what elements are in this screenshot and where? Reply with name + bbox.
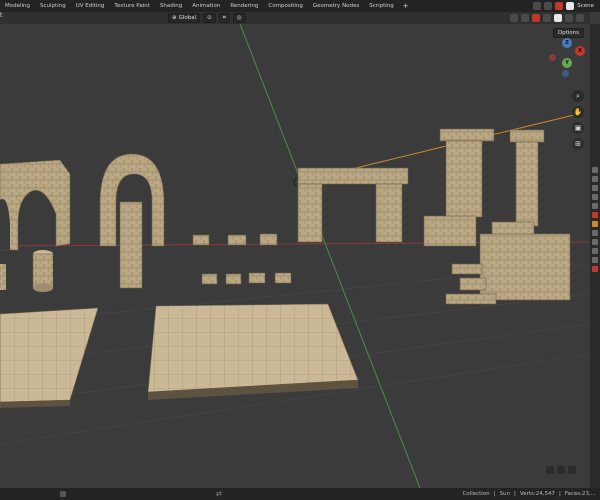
world-properties-icon[interactable]: [592, 212, 598, 218]
constraint-properties-icon[interactable]: [592, 248, 598, 254]
tab-scripting[interactable]: Scripting: [364, 0, 398, 12]
overlay-toggle-icon[interactable]: [532, 14, 540, 22]
tab-uv-editing[interactable]: UV Editing: [71, 0, 110, 12]
render-properties-icon[interactable]: [592, 176, 598, 182]
mouse-icon: [60, 491, 66, 497]
xray-icon[interactable]: [543, 14, 551, 22]
tab-texture-paint[interactable]: Texture Paint: [109, 0, 155, 12]
floor-slab-center[interactable]: [147, 303, 359, 400]
pan-hand-icon[interactable]: ✋: [572, 106, 584, 118]
scene-selector: Scene: [533, 0, 600, 12]
snap-dropdown[interactable]: ⌗: [218, 13, 230, 23]
header-left-label: t: [0, 12, 3, 19]
camera-view-icon[interactable]: ▣: [572, 122, 584, 134]
settings-icon[interactable]: [568, 466, 576, 474]
rendered-shading-icon[interactable]: [576, 14, 584, 22]
orientation-icon: ⊕: [172, 15, 177, 21]
stats-faces: Faces:23,...: [564, 491, 596, 497]
object-properties-icon[interactable]: [592, 221, 598, 227]
material-properties-icon[interactable]: [592, 266, 598, 272]
column-stump-small[interactable]: [32, 250, 54, 292]
tool-properties-icon[interactable]: [592, 167, 598, 173]
stone-block[interactable]: [192, 234, 210, 246]
gizmo-x-axis[interactable]: X: [575, 46, 585, 56]
snap-icon: ⌗: [222, 14, 226, 21]
perspective-toggle-icon[interactable]: ⊞: [572, 138, 584, 150]
gizmo-toggle-icon[interactable]: [521, 14, 529, 22]
stone-block[interactable]: [274, 272, 292, 284]
zoom-icon[interactable]: ⌕: [572, 90, 584, 102]
stone-block[interactable]: [259, 233, 278, 246]
proportional-icon: ◎: [236, 15, 242, 21]
transform-controls: ⊕ Global ⊙ ⌗ ◎: [168, 12, 246, 24]
tab-compositing[interactable]: Compositing: [263, 0, 307, 12]
options-dropdown[interactable]: Options: [552, 28, 584, 38]
proportional-edit-dropdown[interactable]: ◎: [232, 13, 246, 23]
tab-animation[interactable]: Animation: [187, 0, 225, 12]
scene-browse-icon[interactable]: [566, 2, 575, 10]
tab-shading[interactable]: Shading: [155, 0, 187, 12]
tab-modeling[interactable]: Modeling: [0, 0, 35, 12]
status-bar: ⇄ Collection | Sun | Verts:24,547 | Face…: [0, 488, 600, 500]
workspace-bar: Modeling Sculpting UV Editing Texture Pa…: [0, 0, 600, 12]
column-stump-edge[interactable]: [0, 264, 6, 290]
solid-shading-icon[interactable]: [554, 14, 562, 22]
scene-statistics: Collection | Sun | Verts:24,547 | Faces:…: [462, 491, 596, 497]
gizmo-neg-z[interactable]: [562, 70, 569, 77]
viewport-shading-controls: [510, 12, 584, 24]
gizmo-neg-x[interactable]: [549, 54, 556, 61]
tab-rendering[interactable]: Rendering: [225, 0, 263, 12]
view-layer-icon[interactable]: [544, 2, 553, 10]
pivot-point-dropdown[interactable]: ⊙: [203, 13, 216, 23]
scene-name[interactable]: Scene: [577, 3, 594, 9]
output-properties-icon[interactable]: [592, 185, 598, 191]
pivot-icon: ⊙: [207, 15, 212, 21]
stone-block[interactable]: [201, 273, 218, 285]
stats-verts: Verts:24,547: [519, 491, 555, 497]
tab-geometry-nodes[interactable]: Geometry Nodes: [308, 0, 364, 12]
transform-orientation-dropdown[interactable]: ⊕ Global: [168, 13, 201, 23]
stats-collection: Collection: [462, 491, 490, 497]
stone-block[interactable]: [248, 272, 266, 284]
view-icon[interactable]: [557, 466, 565, 474]
visibility-icon[interactable]: [510, 14, 518, 22]
viewport-header: t ⊕ Global ⊙ ⌗ ◎: [0, 12, 590, 24]
frame-icon[interactable]: [546, 466, 554, 474]
material-shading-icon[interactable]: [565, 14, 573, 22]
gizmo-z-axis[interactable]: Z: [562, 38, 572, 48]
viewport-bottom-controls: [546, 466, 576, 474]
orientation-label: Global: [178, 15, 197, 21]
pan-cursor-icon: ⇄: [216, 490, 222, 498]
data-properties-icon[interactable]: [592, 257, 598, 263]
physics-properties-icon[interactable]: [592, 239, 598, 245]
view-layer-properties-icon[interactable]: [592, 194, 598, 200]
scene-icon[interactable]: [555, 2, 564, 10]
render-icon[interactable]: [533, 2, 542, 10]
add-workspace-button[interactable]: +: [399, 2, 413, 10]
viewport-scene: [0, 24, 590, 488]
stats-object: Sun: [499, 491, 511, 497]
scene-properties-icon[interactable]: [592, 203, 598, 209]
gizmo-y-axis[interactable]: Y: [562, 58, 572, 68]
stone-block[interactable]: [227, 234, 247, 246]
modifier-properties-icon[interactable]: [592, 230, 598, 236]
properties-tabs: [590, 24, 600, 488]
3d-viewport[interactable]: Options Z X Y ⌕ ✋ ▣ ⊞: [0, 24, 590, 488]
tab-sculpting[interactable]: Sculpting: [35, 0, 71, 12]
stone-block[interactable]: [225, 273, 242, 285]
